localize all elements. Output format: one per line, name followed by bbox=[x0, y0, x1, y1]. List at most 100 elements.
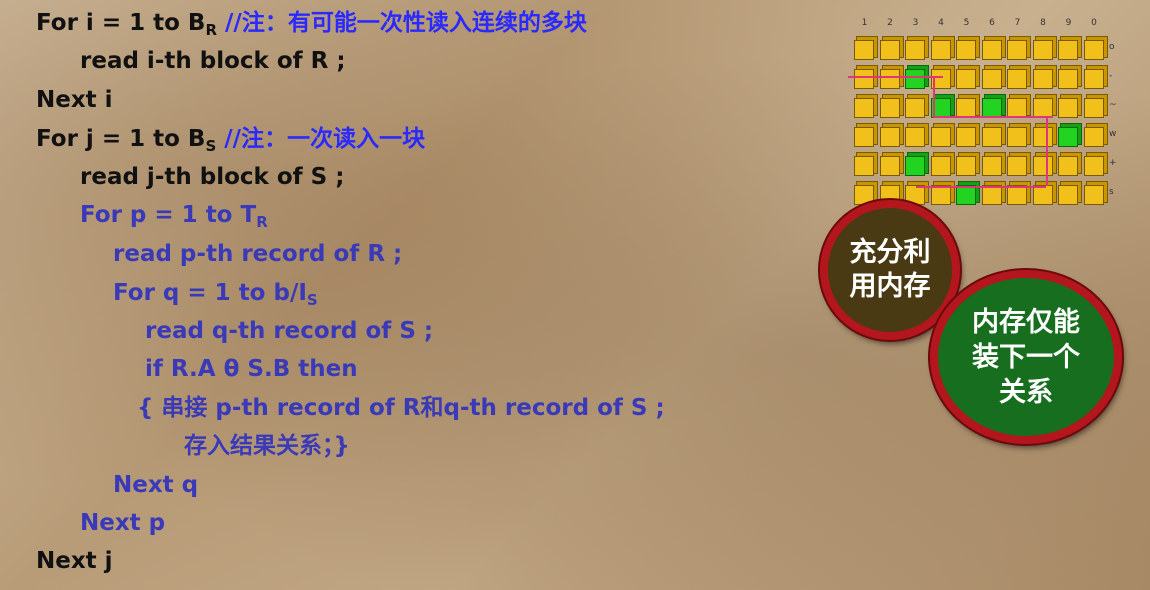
code-comment: //注：有可能一次性读入连续的多块 bbox=[217, 10, 587, 36]
code-line-store: 存入结果关系；} bbox=[184, 433, 350, 459]
block-cube bbox=[1058, 40, 1078, 60]
block-cube bbox=[930, 40, 951, 60]
block-cube bbox=[1032, 98, 1053, 118]
code-line-for-q: For q = 1 to b/IS bbox=[113, 278, 318, 315]
block-cube bbox=[930, 185, 951, 205]
block-cube bbox=[1032, 40, 1053, 60]
block-cube bbox=[854, 156, 874, 176]
badge-memory-fits-one-relation: 内存仅能 装下一个 关系 bbox=[930, 270, 1122, 444]
block-cube bbox=[981, 185, 1002, 205]
block-cube bbox=[1007, 69, 1027, 89]
column-number: 3 bbox=[912, 18, 919, 28]
block-cube bbox=[905, 98, 925, 118]
column-number: 9 bbox=[1065, 18, 1072, 28]
block-cube bbox=[981, 40, 1002, 60]
code-text: For i = 1 to B bbox=[36, 10, 206, 36]
row-number: + bbox=[1109, 158, 1117, 168]
code-line-concat: { 串接 p-th record of R和q-th record of S ; bbox=[137, 395, 665, 421]
row-number: o bbox=[1109, 42, 1115, 52]
subscript: S bbox=[205, 137, 217, 155]
code-line-next-p: Next p bbox=[80, 510, 166, 536]
block-cube bbox=[956, 156, 976, 176]
block-cube bbox=[956, 98, 976, 118]
highlighted-block-cube bbox=[1058, 127, 1078, 147]
code-line-next-j: Next j bbox=[36, 548, 113, 574]
badge-text: 充分利 用内存 bbox=[849, 237, 931, 302]
subscript: R bbox=[256, 213, 268, 231]
block-cube bbox=[1083, 185, 1104, 205]
column-number: 0 bbox=[1091, 18, 1097, 28]
block-cube bbox=[981, 156, 1002, 176]
block-cube bbox=[905, 40, 925, 60]
pointer-line bbox=[848, 76, 943, 78]
highlighted-block-cube bbox=[956, 185, 976, 205]
block-cube bbox=[854, 40, 874, 60]
block-cube bbox=[1058, 98, 1078, 118]
block-cube bbox=[854, 127, 874, 147]
column-number: 8 bbox=[1040, 18, 1046, 28]
code-comment: //注：一次读入一块 bbox=[216, 126, 426, 152]
block-cube bbox=[956, 127, 976, 147]
code-line-for-i: For i = 1 to BR //注：有可能一次性读入连续的多块 bbox=[36, 8, 587, 45]
block-cube bbox=[1032, 185, 1053, 205]
block-cube bbox=[879, 40, 900, 60]
highlighted-block-cube bbox=[905, 156, 925, 176]
block-cube bbox=[1083, 98, 1104, 118]
pointer-line bbox=[916, 186, 1046, 188]
subscript: S bbox=[306, 291, 318, 309]
block-cube bbox=[1058, 156, 1078, 176]
row-number: ~ bbox=[1109, 100, 1117, 110]
block-cube bbox=[930, 156, 951, 176]
pointer-line bbox=[933, 116, 1053, 118]
block-cube bbox=[956, 69, 976, 89]
code-line-read-record-s: read q-th record of S ; bbox=[145, 318, 434, 344]
badge-text: 内存仅能 装下一个 关系 bbox=[972, 306, 1080, 408]
code-text: For j = 1 to B bbox=[36, 126, 206, 152]
block-cube bbox=[854, 69, 874, 89]
code-line-for-p: For p = 1 to TR bbox=[80, 200, 268, 237]
block-cube bbox=[1083, 40, 1104, 60]
code-line-for-j: For j = 1 to BS //注：一次读入一块 bbox=[36, 124, 425, 161]
block-cube bbox=[930, 127, 951, 147]
block-cube bbox=[1007, 185, 1027, 205]
code-line-read-block-s: read j-th block of S ; bbox=[80, 164, 345, 190]
block-cube bbox=[879, 127, 900, 147]
block-cube bbox=[854, 98, 874, 118]
block-cube bbox=[981, 127, 1002, 147]
subscript: R bbox=[205, 21, 218, 39]
block-cube bbox=[1058, 185, 1078, 205]
block-cube bbox=[1007, 127, 1027, 147]
highlighted-block-cube bbox=[905, 69, 925, 89]
column-number: 5 bbox=[963, 18, 970, 28]
block-cube bbox=[1083, 127, 1104, 147]
block-cube bbox=[905, 127, 925, 147]
code-line-read-block-r: read i-th block of R ; bbox=[80, 48, 346, 74]
row-number: w bbox=[1109, 129, 1117, 139]
row-number: s bbox=[1109, 187, 1114, 197]
block-cube bbox=[879, 69, 900, 89]
block-cube bbox=[1083, 69, 1104, 89]
block-cube bbox=[879, 98, 900, 118]
column-number: 6 bbox=[989, 18, 995, 28]
pointer-line bbox=[1046, 116, 1048, 186]
highlighted-block-cube bbox=[981, 98, 1002, 118]
code-line-next-i: Next i bbox=[36, 87, 113, 113]
block-cube bbox=[1007, 40, 1027, 60]
block-cube bbox=[981, 69, 1002, 89]
code-line-read-record-r: read p-th record of R ; bbox=[113, 241, 403, 267]
column-number: 2 bbox=[887, 18, 893, 28]
block-cube bbox=[1058, 69, 1078, 89]
pointer-line bbox=[933, 76, 935, 116]
block-cube bbox=[956, 40, 976, 60]
block-cube bbox=[1007, 156, 1027, 176]
block-cube bbox=[1083, 156, 1104, 176]
block-cube bbox=[1032, 69, 1053, 89]
code-text: For p = 1 to T bbox=[80, 202, 257, 228]
block-cube bbox=[879, 156, 900, 176]
block-cube bbox=[1007, 98, 1027, 118]
block-cube bbox=[1032, 156, 1053, 176]
block-cube bbox=[1032, 127, 1053, 147]
column-number: 7 bbox=[1014, 18, 1021, 28]
column-number: 4 bbox=[938, 18, 944, 28]
code-line-if: if R.A θ S.B then bbox=[145, 356, 358, 382]
